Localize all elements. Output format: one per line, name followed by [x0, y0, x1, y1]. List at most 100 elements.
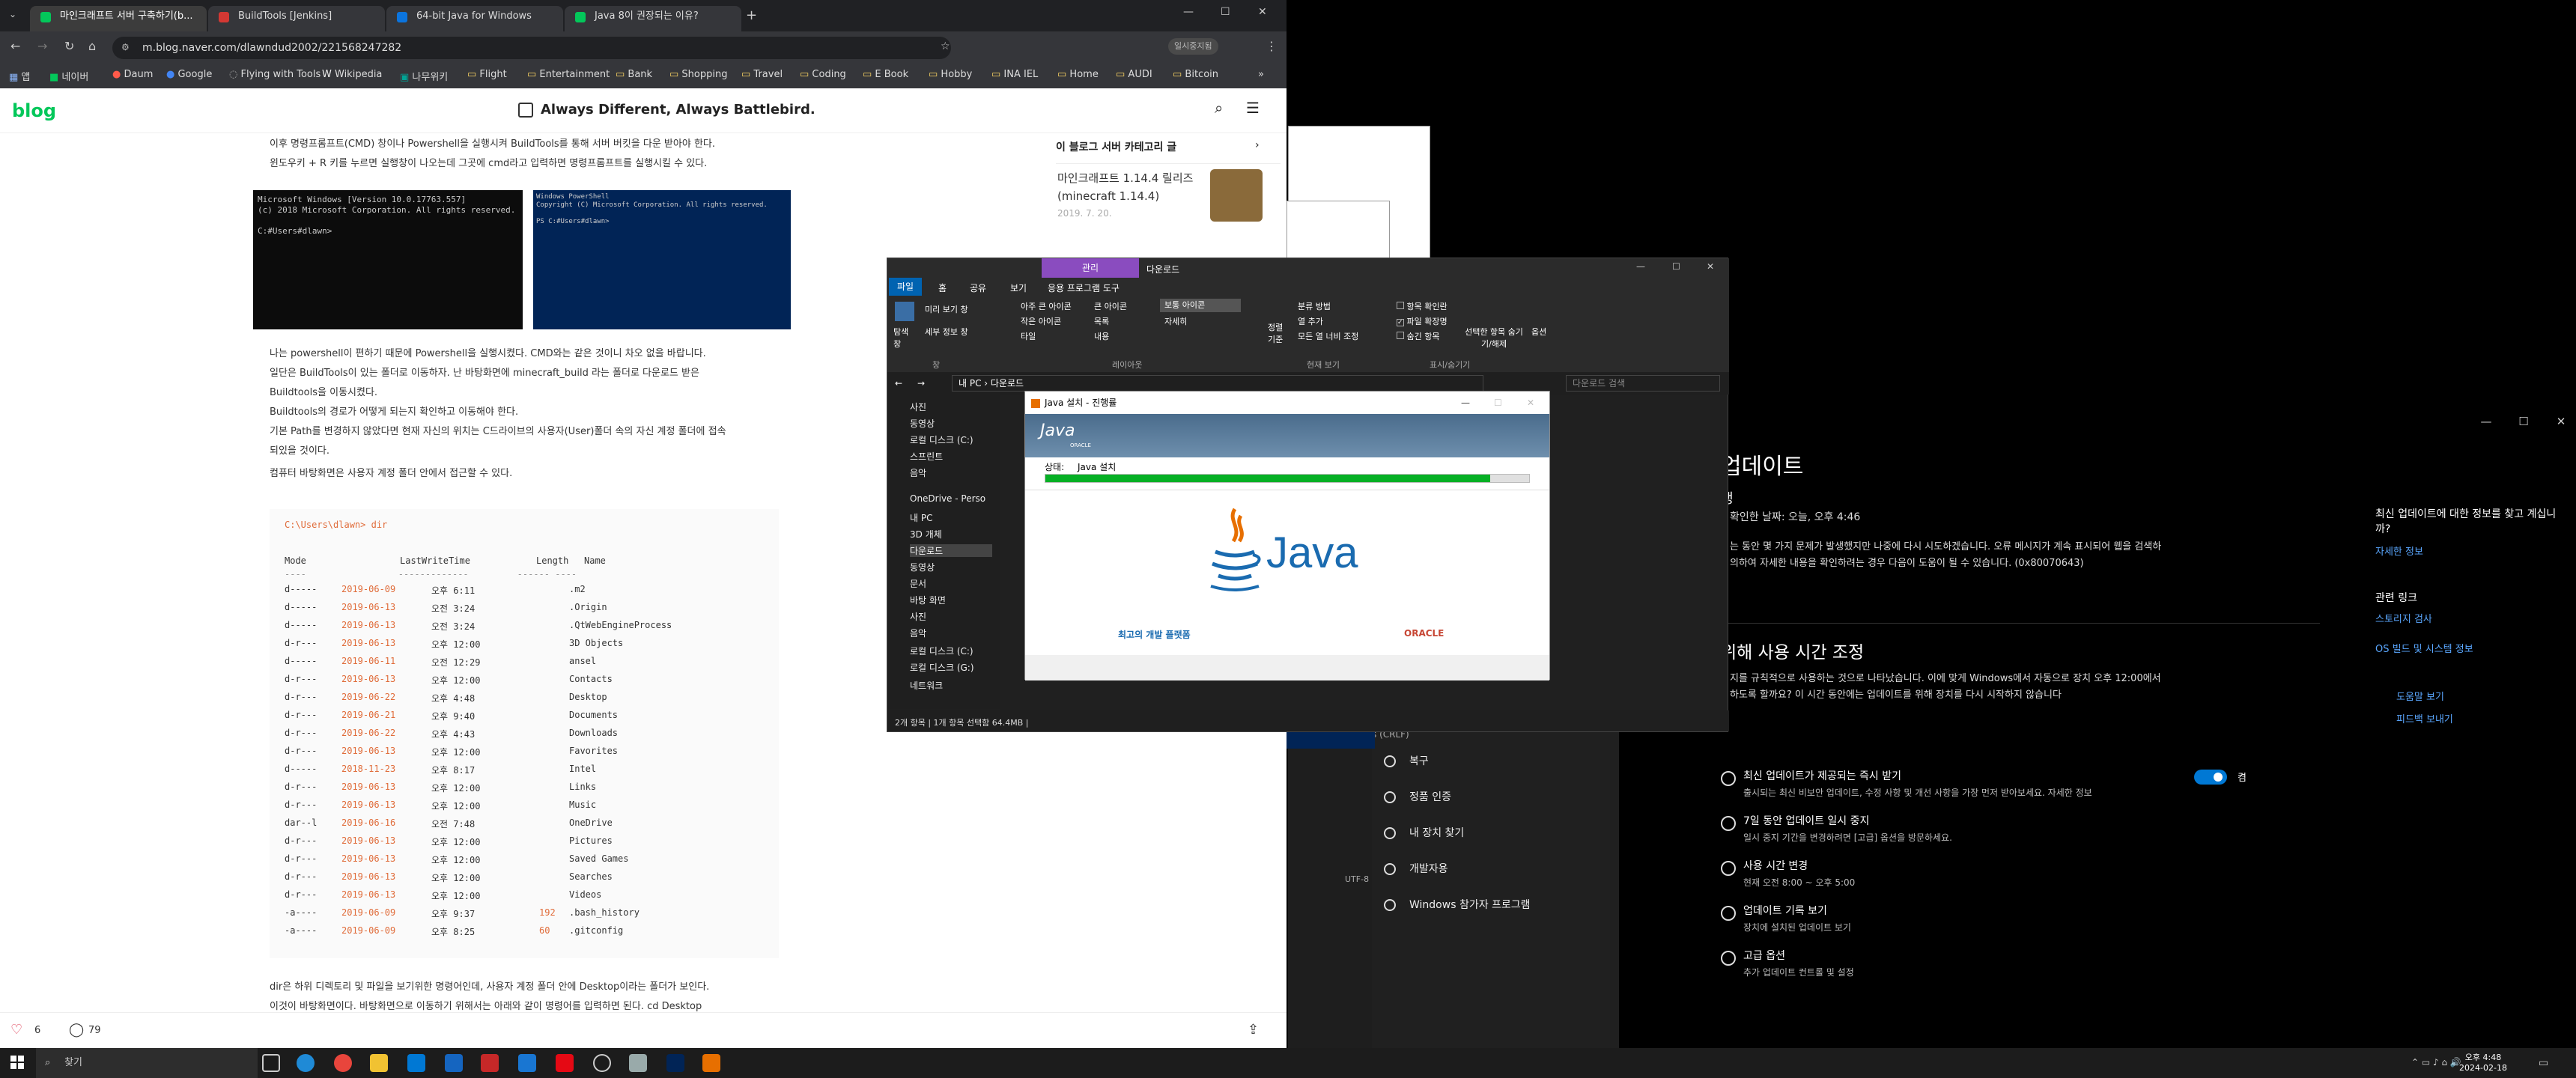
option-latest-updates[interactable]: 최신 업데이트가 제공되는 즉시 받기 출시되는 최신 비보안 업데이트, 수정…: [1721, 768, 2247, 799]
terminal-icon[interactable]: [518, 1054, 536, 1072]
feedback-link[interactable]: 피드백 보내기: [2375, 711, 2453, 725]
sidebar-heading[interactable]: 이 블로그 서버 카테고리 글: [1056, 139, 1176, 154]
mail-icon[interactable]: [407, 1054, 425, 1072]
blog-logo[interactable]: blog: [12, 100, 56, 121]
bookmark-naver[interactable]: ■ 네이버: [49, 69, 88, 83]
minimize-icon[interactable]: —: [2471, 415, 2501, 433]
minimize-icon[interactable]: —: [1183, 6, 1194, 18]
windows-start-icon[interactable]: [10, 1056, 24, 1069]
nav-item[interactable]: 사진: [910, 610, 926, 623]
minimize-icon[interactable]: —: [1461, 392, 1470, 414]
ribbon-hide-selected[interactable]: 선택한 항목 숨기기/해제: [1464, 326, 1524, 350]
nav-item[interactable]: 3D 개체: [910, 528, 942, 540]
nav-item[interactable]: 동영상: [910, 561, 935, 573]
nav-item[interactable]: 문서: [910, 577, 926, 590]
nav-item[interactable]: 네트워크: [910, 679, 943, 692]
bookmark-daum[interactable]: ● Daum: [112, 69, 153, 80]
help-link[interactable]: 도움말 보기: [2375, 689, 2444, 703]
ribbon-item-checkbox[interactable]: 항목 확인란: [1397, 300, 1448, 312]
ribbon-details-pane[interactable]: 세부 정보 창: [925, 326, 968, 338]
ribbon-tab-share[interactable]: 공유: [970, 281, 986, 294]
ribbon-options[interactable]: 옵션: [1531, 326, 1546, 338]
search-icon[interactable]: ⌕: [1215, 99, 1223, 117]
ribbon-small-icons[interactable]: 작은 아이콘: [1021, 315, 1061, 327]
minimize-icon[interactable]: —: [1636, 261, 1645, 272]
back-icon[interactable]: ←: [895, 378, 902, 389]
nav-item[interactable]: 로컬 디스크 (C:): [910, 645, 973, 657]
tab-search-icon[interactable]: ⌄: [9, 9, 16, 19]
close-icon[interactable]: ✕: [1258, 6, 1267, 18]
nav-item[interactable]: 사진: [910, 401, 926, 413]
ribbon-tiles[interactable]: 타일: [1021, 330, 1036, 342]
profile-badge[interactable]: 일시중지됨: [1168, 38, 1218, 55]
bookmark-travel[interactable]: ▭ Travel: [741, 69, 783, 80]
toggle-switch[interactable]: [2194, 770, 2227, 785]
ribbon-preview-pane[interactable]: 미리 보기 창: [925, 303, 968, 315]
manage-tab[interactable]: 관리: [1042, 258, 1139, 278]
folder-icon[interactable]: [370, 1054, 388, 1072]
forward-icon[interactable]: →: [37, 39, 47, 53]
heart-icon[interactable]: ♡: [10, 1022, 22, 1038]
clock[interactable]: 오후 4:48 2024-02-18: [2453, 1051, 2513, 1073]
maximize-icon[interactable]: ☐: [2509, 415, 2539, 433]
nav-item[interactable]: 음악: [910, 627, 926, 639]
powershell-icon[interactable]: [666, 1054, 684, 1072]
settings-gear-icon[interactable]: [593, 1054, 611, 1072]
ribbon-tab-view[interactable]: 보기: [1010, 281, 1027, 294]
menu-icon[interactable]: ⋮: [1266, 39, 1278, 53]
menu-hamburger-icon[interactable]: ☰: [1246, 99, 1260, 117]
maximize-icon[interactable]: ☐: [1672, 261, 1680, 272]
nav-item[interactable]: 스프린트: [910, 450, 943, 463]
back-icon[interactable]: ←: [10, 39, 20, 53]
bookmark-entertainment[interactable]: ▭ Entertainment: [527, 69, 610, 80]
nav-item[interactable]: 로컬 디스크 (C:): [910, 433, 973, 446]
breadcrumb[interactable]: 내 PC › 다운로드: [952, 375, 1483, 392]
bookmark-flight[interactable]: ▭ Flight: [467, 69, 507, 80]
bookmarks-overflow[interactable]: »: [1258, 69, 1264, 80]
maximize-icon[interactable]: ☐: [1494, 392, 1502, 414]
bookmark-wikipedia[interactable]: W Wikipedia: [322, 69, 382, 80]
forward-icon[interactable]: →: [917, 378, 925, 389]
chrome-icon[interactable]: [334, 1054, 352, 1072]
task-view-icon[interactable]: [262, 1054, 280, 1072]
filezilla-icon[interactable]: [481, 1054, 499, 1072]
search-field[interactable]: 다운로드 검색: [1566, 375, 1720, 392]
bookmark-flying[interactable]: ◌ Flying with Tools: [229, 69, 321, 80]
bookmark-audi[interactable]: ▭ AUDI: [1116, 69, 1152, 80]
ribbon-ext-checkbox[interactable]: ✓ 파일 확장명: [1397, 315, 1448, 327]
bookmark-coding[interactable]: ▭ Coding: [800, 69, 846, 80]
ribbon-xl-icons[interactable]: 아주 큰 아이콘: [1021, 300, 1072, 312]
nav-item[interactable]: 내 PC: [910, 511, 932, 524]
ribbon-tab-file[interactable]: 파일: [889, 278, 922, 296]
option-pause-updates[interactable]: 7일 동안 업데이트 일시 중지 일시 중지 기간을 변경하려면 [고급] 옵션…: [1721, 813, 1952, 844]
nav-recovery[interactable]: 복구: [1384, 753, 1429, 768]
maximize-icon[interactable]: ☐: [1221, 6, 1230, 18]
nav-activation[interactable]: 정품 인증: [1384, 789, 1451, 804]
notepad-icon[interactable]: [629, 1054, 647, 1072]
close-icon[interactable]: ✕: [1527, 392, 1534, 414]
bookmark-hobby[interactable]: ▭ Hobby: [929, 69, 972, 80]
bookmark-ebook[interactable]: ▭ E Book: [863, 69, 908, 80]
close-icon[interactable]: ✕: [1707, 261, 1714, 272]
share-icon[interactable]: ⇪: [1248, 1022, 1259, 1038]
nav-find-device[interactable]: 내 장치 찾기: [1384, 825, 1464, 840]
bookmark-shopping[interactable]: ▭ Shopping: [669, 69, 727, 80]
os-build-link[interactable]: OS 빌드 및 시스템 정보: [2375, 641, 2473, 655]
ribbon-details[interactable]: 자세히: [1164, 315, 1187, 327]
java-task-icon[interactable]: [702, 1054, 720, 1072]
ribbon-add-column[interactable]: 열 추가: [1298, 315, 1323, 327]
star-icon[interactable]: ☆: [941, 40, 950, 52]
new-tab-button[interactable]: +: [746, 7, 757, 23]
ribbon-list[interactable]: 목록: [1094, 315, 1109, 327]
ribbon-tab-home[interactable]: 홈: [938, 281, 947, 294]
bookmark-google[interactable]: ● Google: [166, 69, 212, 80]
blog-title[interactable]: Always Different, Always Battlebird.: [541, 102, 815, 118]
chevron-right-icon[interactable]: ›: [1255, 139, 1260, 151]
nav-item[interactable]: 다운로드: [910, 544, 992, 557]
address-bar[interactable]: m.blog.naver.com/dlawndud2002/2215682472…: [112, 37, 951, 59]
reload-icon[interactable]: ↻: [64, 39, 74, 53]
nav-item[interactable]: OneDrive - Perso: [910, 493, 985, 504]
bookmark-bitcoin[interactable]: ▭ Bitcoin: [1173, 69, 1218, 80]
nav-item[interactable]: 음악: [910, 466, 926, 479]
sidebar-post-title[interactable]: 마인크래프트 1.14.4 릴리즈 (minecraft 1.14.4): [1057, 169, 1200, 205]
